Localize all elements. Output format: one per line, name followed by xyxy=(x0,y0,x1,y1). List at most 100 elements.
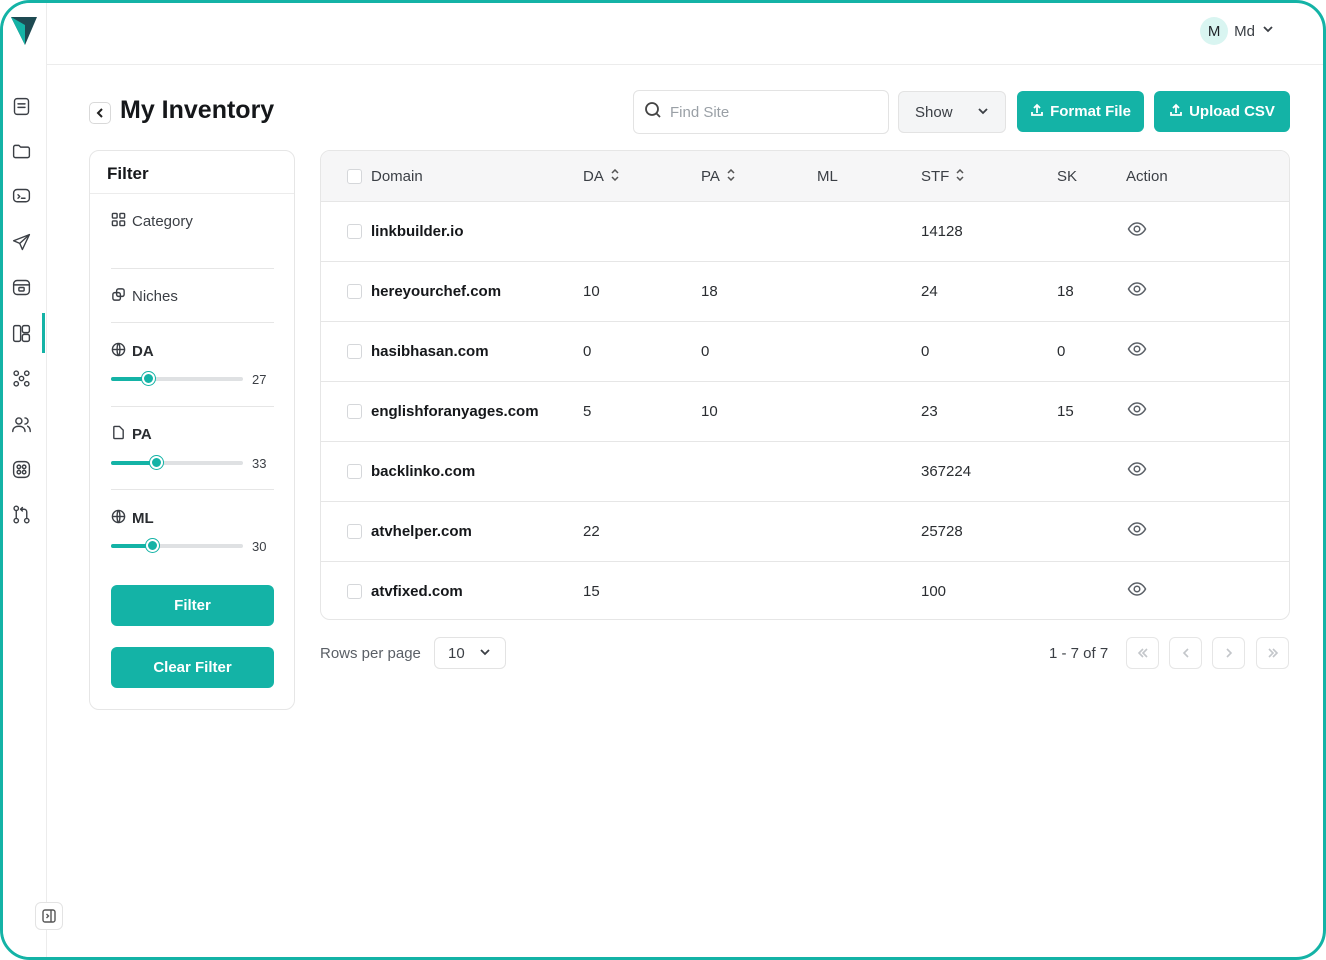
palette-icon[interactable] xyxy=(9,457,33,481)
cell-domain: englishforanyages.com xyxy=(371,403,539,420)
column-header-da[interactable]: DA xyxy=(583,168,620,185)
cell-domain: linkbuilder.io xyxy=(371,223,464,240)
cell-stf: 367224 xyxy=(921,463,972,480)
row-checkbox[interactable] xyxy=(347,224,362,239)
table-row: hasibhasan.com 0 0 0 0 xyxy=(321,322,1289,382)
show-dropdown[interactable]: Show xyxy=(898,91,1006,133)
link-icon xyxy=(111,287,126,306)
filter-panel: Filter Category Niches DA 27 PA 33 ML 30… xyxy=(89,150,295,710)
document-icon[interactable] xyxy=(9,94,33,118)
format-file-button[interactable]: Format File xyxy=(1017,91,1144,132)
message-icon[interactable] xyxy=(9,184,33,208)
column-header-label: PA xyxy=(701,168,720,185)
cell-da: 10 xyxy=(583,283,600,300)
rows-per-page-label: Rows per page xyxy=(320,645,421,662)
view-eye-icon[interactable] xyxy=(1127,279,1147,299)
sort-icon[interactable] xyxy=(955,168,965,185)
row-checkbox[interactable] xyxy=(347,524,362,539)
filter-pa-label: PA xyxy=(132,426,152,443)
cell-stf: 25728 xyxy=(921,523,963,540)
row-checkbox[interactable] xyxy=(347,584,362,599)
da-slider-thumb[interactable] xyxy=(142,372,155,385)
row-checkbox[interactable] xyxy=(347,284,362,299)
column-header-label: Action xyxy=(1126,168,1168,185)
search-input[interactable] xyxy=(670,103,870,121)
next-page-button[interactable] xyxy=(1212,637,1245,669)
chevron-down-icon xyxy=(479,645,491,662)
cell-domain: hasibhasan.com xyxy=(371,343,489,360)
column-header-label: ML xyxy=(817,168,838,185)
table-header: Domain DA PA ML STF SK Action xyxy=(321,151,1289,202)
column-header-stf[interactable]: STF xyxy=(921,168,965,185)
cell-domain: hereyourchef.com xyxy=(371,283,502,300)
view-eye-icon[interactable] xyxy=(1127,399,1147,419)
last-page-button[interactable] xyxy=(1256,637,1289,669)
globe-icon xyxy=(111,509,126,528)
pa-slider[interactable] xyxy=(111,456,243,469)
folder-icon[interactable] xyxy=(9,139,33,163)
upload-csv-button[interactable]: Upload CSV xyxy=(1154,91,1290,132)
filter-da-label: DA xyxy=(132,343,154,360)
row-checkbox[interactable] xyxy=(347,344,362,359)
view-eye-icon[interactable] xyxy=(1127,459,1147,479)
row-checkbox[interactable] xyxy=(347,404,362,419)
view-eye-icon[interactable] xyxy=(1127,519,1147,539)
table-row: linkbuilder.io 14128 xyxy=(321,202,1289,262)
send-icon[interactable] xyxy=(9,230,33,254)
view-eye-icon[interactable] xyxy=(1127,219,1147,239)
cell-da: 5 xyxy=(583,403,592,420)
sidebar-collapse-button[interactable] xyxy=(35,902,63,930)
network-icon[interactable] xyxy=(9,366,33,390)
chevrons-left-icon xyxy=(1137,648,1148,658)
filter-da: DA xyxy=(111,342,154,361)
file-icon xyxy=(111,425,126,444)
user-menu[interactable]: M Md xyxy=(1200,17,1275,45)
rows-per-page-select[interactable]: 10 xyxy=(434,637,506,669)
search-box[interactable] xyxy=(633,90,889,134)
cell-domain: backlinko.com xyxy=(371,463,476,480)
filter-niches[interactable]: Niches xyxy=(111,287,178,306)
users-icon[interactable] xyxy=(9,412,33,436)
cell-pa: 0 xyxy=(701,343,710,360)
divider xyxy=(90,193,294,194)
view-eye-icon[interactable] xyxy=(1127,579,1147,599)
column-header-pa[interactable]: PA xyxy=(701,168,736,185)
row-checkbox[interactable] xyxy=(347,464,362,479)
format-file-label: Format File xyxy=(1050,103,1131,120)
table-row: hereyourchef.com 10 18 24 18 xyxy=(321,262,1289,322)
view-eye-icon[interactable] xyxy=(1127,339,1147,359)
back-button[interactable] xyxy=(89,102,111,124)
filter-button[interactable]: Filter xyxy=(111,585,274,626)
cell-da: 22 xyxy=(583,523,600,540)
sort-icon[interactable] xyxy=(610,168,620,185)
rows-per-page-value: 10 xyxy=(448,644,465,662)
archive-icon[interactable] xyxy=(9,275,33,299)
ml-slider[interactable] xyxy=(111,539,243,552)
column-header-label: DA xyxy=(583,168,604,185)
first-page-button[interactable] xyxy=(1126,637,1159,669)
pa-slider-thumb[interactable] xyxy=(150,456,163,469)
filter-category[interactable]: Category xyxy=(111,212,193,231)
git-compare-icon[interactable] xyxy=(9,502,33,526)
cell-stf: 100 xyxy=(921,583,947,600)
prev-page-button[interactable] xyxy=(1169,637,1202,669)
cell-stf: 23 xyxy=(921,403,938,420)
layout-icon[interactable] xyxy=(9,321,33,345)
cell-da: 15 xyxy=(583,583,600,600)
inventory-table: Domain DA PA ML STF SK Action linkbuilde… xyxy=(320,150,1290,620)
brand-logo-icon[interactable] xyxy=(9,15,39,47)
da-slider[interactable] xyxy=(111,372,243,385)
divider xyxy=(111,322,274,323)
cell-sk: 15 xyxy=(1057,403,1074,420)
show-dropdown-label: Show xyxy=(915,103,953,121)
chevron-down-icon xyxy=(1261,22,1275,41)
clear-filter-button[interactable]: Clear Filter xyxy=(111,647,274,688)
ml-slider-thumb[interactable] xyxy=(146,539,159,552)
filter-pa: PA xyxy=(111,425,152,444)
select-all-checkbox[interactable] xyxy=(347,169,362,184)
table-row: englishforanyages.com 5 10 23 15 xyxy=(321,382,1289,442)
search-icon xyxy=(644,101,662,124)
cell-sk: 0 xyxy=(1057,343,1066,360)
sort-icon[interactable] xyxy=(726,168,736,185)
app-frame: M Md My Inventory Show Format File U xyxy=(0,0,1326,960)
